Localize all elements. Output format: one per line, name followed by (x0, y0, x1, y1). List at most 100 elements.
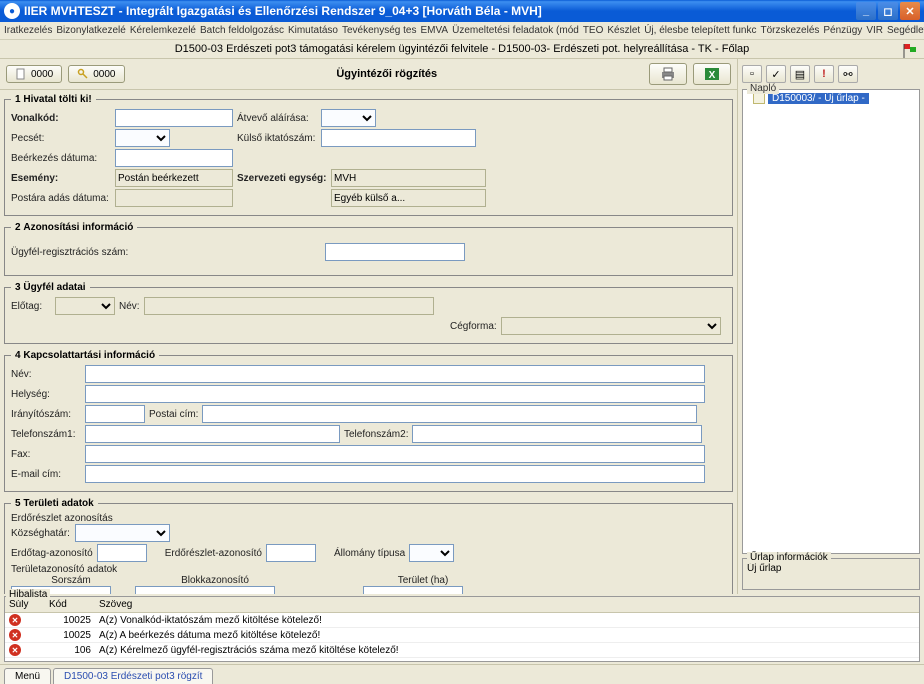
rt-doc-button[interactable]: ▫ (742, 65, 762, 83)
menu-item[interactable]: Készlet (607, 25, 640, 36)
kulso-label: Külső iktatószám: (237, 133, 317, 144)
nev-input[interactable] (144, 297, 434, 315)
erdoreszlet-input[interactable] (266, 544, 316, 562)
section-teruleti: 5 Területi adatok Erdőrészlet azonosítás… (4, 498, 733, 594)
menu-item[interactable]: EMVA (420, 25, 448, 36)
window-titlebar: ● IIER MVHTESZT - Integrált Igazgatási é… (0, 0, 924, 22)
helyseg-label: Helység: (11, 389, 81, 400)
maximize-button[interactable]: ◻ (878, 2, 898, 20)
menu-item[interactable]: Tevékenység tes (342, 25, 417, 36)
minimize-button[interactable]: _ (856, 2, 876, 20)
tel1-label: Telefonszám1: (11, 429, 81, 440)
key-icon (77, 68, 89, 80)
menu-item[interactable]: Üzemeltetési feladatok (mód (452, 25, 579, 36)
menubar: Iratkezelés Bizonylatkezelé Kérelemkezel… (0, 22, 924, 40)
postara-input[interactable] (115, 189, 233, 207)
sorszam-label: Sorszám (11, 575, 131, 586)
rt-alert-button[interactable]: ! (814, 65, 834, 83)
app-icon: ● (4, 3, 20, 19)
nev4-label: Név: (11, 369, 81, 380)
menu-item[interactable]: Batch feldolgozásc (200, 25, 284, 36)
urlap-info-panel: Űrlap információk Új űrlap (742, 558, 920, 590)
close-button[interactable]: ✕ (900, 2, 920, 20)
beerkezes-input[interactable] (115, 149, 233, 167)
form-area: 1 Hivatal tölti ki! Vonalkód: Átvevő alá… (0, 90, 737, 594)
szervezeti-input[interactable] (331, 169, 486, 187)
col-szoveg[interactable]: Szöveg (95, 597, 919, 613)
blokkazon-input[interactable] (135, 586, 275, 594)
vonalkod-input[interactable] (115, 109, 233, 127)
nev-label: Név: (119, 301, 140, 312)
blokkazon-label: Blokkazonosító (135, 575, 295, 586)
ugyfel-input[interactable] (325, 243, 465, 261)
pecset-select[interactable] (115, 129, 170, 147)
kulso-input[interactable] (321, 129, 476, 147)
menu-item[interactable]: Új, élesbe telepített funkc (644, 25, 756, 36)
error-row[interactable]: ✕10025A(z) Vonalkód-iktatószám mező kitö… (5, 613, 919, 628)
menu-item[interactable]: Pénzügy (823, 25, 862, 36)
naplo-legend: Napló (747, 83, 779, 94)
section-azonositasi: 2 Azonosítási információ Ügyfél-regisztr… (4, 222, 733, 276)
egyeb-input[interactable] (331, 189, 486, 207)
excel-button[interactable]: X (693, 63, 731, 85)
irsz-input[interactable] (85, 405, 145, 423)
tab-form[interactable]: D1500-03 Erdészeti pot3 rögzít (53, 668, 213, 684)
naplo-panel: Napló D150003/ - Új űrlap - (742, 89, 920, 554)
fax-label: Fax: (11, 449, 81, 460)
terulet-label: Terület (ha) (363, 575, 483, 586)
breadcrumb: D1500-03 Erdészeti pot3 támogatási kérel… (0, 40, 924, 59)
erdotag-label: Erdőtag-azonosító (11, 548, 93, 559)
pecset-label: Pecsét: (11, 133, 111, 144)
urlap-text: Új űrlap (747, 563, 781, 574)
menu-item[interactable]: VIR (866, 25, 883, 36)
kozseghatar-label: Községhatár: (11, 528, 71, 539)
menu-item[interactable]: Törzskezelés (760, 25, 819, 36)
new-button[interactable]: 0000 (6, 65, 62, 83)
menu-item[interactable]: Kimutatáso (288, 25, 338, 36)
col-kod[interactable]: Kód (45, 597, 95, 613)
naplo-item-text: D150003/ - Új űrlap - (768, 93, 869, 104)
erdoreszlet-azon-label: Erdőrészlet azonosítás (11, 513, 726, 524)
postara-label: Postára adás dátuma: (11, 193, 111, 204)
terulet-input[interactable] (363, 586, 463, 594)
form-toolbar: 0000 0000 Ügyintézői rögzítés X (0, 59, 737, 90)
rt-check-button[interactable]: ✓ (766, 65, 786, 83)
key-button[interactable]: 0000 (68, 65, 124, 83)
print-button[interactable] (649, 63, 687, 85)
esemeny-input[interactable] (115, 169, 233, 187)
cegforma-select[interactable] (501, 317, 721, 335)
error-icon: ✕ (9, 644, 21, 656)
menu-item[interactable]: TEO (583, 25, 604, 36)
allomany-select[interactable] (409, 544, 454, 562)
tel1-input[interactable] (85, 425, 340, 443)
postai-input[interactable] (202, 405, 697, 423)
atvevo-select[interactable] (321, 109, 376, 127)
nev4-input[interactable] (85, 365, 705, 383)
error-row[interactable]: ✕106A(z) Kérelmező ügyfél-regisztrációs … (5, 643, 919, 658)
esemeny-label: Esemény: (11, 173, 111, 184)
vonalkod-label: Vonalkód: (11, 113, 111, 124)
kozseghatar-select[interactable] (75, 524, 170, 542)
tel2-input[interactable] (412, 425, 702, 443)
helyseg-input[interactable] (85, 385, 705, 403)
flag-icon (902, 42, 920, 60)
erdotag-input[interactable] (97, 544, 147, 562)
error-row[interactable]: ✕10025A(z) A beérkezés dátuma mező kitöl… (5, 628, 919, 643)
hibalista-panel: Súly Kód Szöveg ✕10025A(z) Vonalkód-ikta… (4, 596, 920, 662)
fax-input[interactable] (85, 445, 705, 463)
rt-link-button[interactable]: ⚯ (838, 65, 858, 83)
menu-item[interactable]: Segédletek (887, 25, 924, 36)
menu-item[interactable]: Bizonylatkezelé (56, 25, 125, 36)
window-title: IIER MVHTESZT - Integrált Igazgatási és … (24, 4, 856, 18)
irsz-label: Irányítószám: (11, 409, 81, 420)
rt-save-button[interactable]: ▤ (790, 65, 810, 83)
email-input[interactable] (85, 465, 705, 483)
toolbar-title: Ügyintézői rögzítés (131, 68, 644, 80)
bottom-tabbar: Menü D1500-03 Erdészeti pot3 rögzít (0, 664, 924, 684)
tab-menu[interactable]: Menü (4, 668, 51, 684)
menu-item[interactable]: Iratkezelés (4, 25, 52, 36)
menu-item[interactable]: Kérelemkezelé (130, 25, 196, 36)
urlap-legend: Űrlap információk (747, 552, 831, 563)
elotag-select[interactable] (55, 297, 115, 315)
ugyfel-label: Ügyfél-regisztrációs szám: (11, 247, 321, 258)
